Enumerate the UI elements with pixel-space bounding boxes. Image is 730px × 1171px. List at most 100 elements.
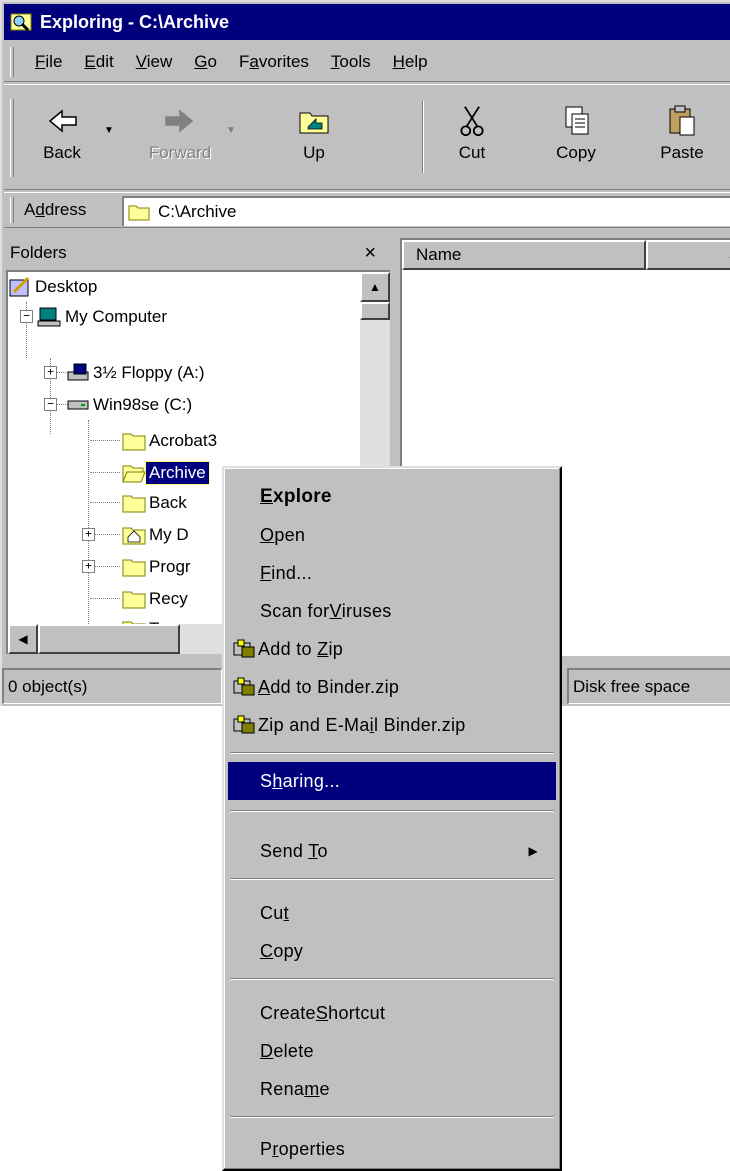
menu-separator: [230, 1116, 554, 1118]
menu-separator: [230, 752, 554, 754]
column-header-label: Name: [416, 245, 462, 264]
menu-view[interactable]: View: [125, 52, 184, 72]
close-folders-pane-icon[interactable]: ×: [364, 242, 376, 265]
forward-button[interactable]: Forward: [140, 105, 220, 163]
collapse-icon[interactable]: −: [44, 398, 57, 411]
scroll-left-icon[interactable]: ◀: [8, 624, 38, 654]
address-bar: Address C:\Archive: [4, 192, 730, 228]
scrollbar-thumb[interactable]: [360, 302, 390, 320]
menu-item-rename[interactable]: Rena m e: [228, 1070, 556, 1108]
tree-label: My Computer: [65, 307, 168, 326]
title-bar[interactable]: Exploring - C:\Archive: [4, 4, 730, 40]
copy-label: Copy: [556, 143, 596, 162]
tree-item-acrobat3[interactable]: Acrobat3: [122, 426, 220, 456]
tree-item-archive[interactable]: Archive: [122, 458, 210, 488]
menu-item-add-to-zip[interactable]: Add to Zip: [228, 630, 556, 668]
status-object-count: 0 object(s): [2, 668, 222, 704]
menu-favorites[interactable]: Favorites: [228, 52, 320, 72]
menu-help[interactable]: Help: [382, 52, 439, 72]
tree-label: 3½ Floppy (A:): [93, 363, 205, 382]
tree-label: Recy: [149, 589, 188, 608]
expand-icon[interactable]: +: [82, 560, 95, 573]
tree-item-desktop[interactable]: Desktop: [8, 272, 100, 302]
up-folder-icon: [299, 112, 329, 134]
tree-item-floppy[interactable]: 3½ Floppy (A:): [66, 358, 208, 388]
computer-icon: [37, 307, 61, 327]
tree-label: Acrobat3: [149, 431, 218, 450]
copy-pages-icon: [565, 106, 589, 135]
folder-icon: [122, 495, 146, 513]
menu-item-sharing[interactable]: Sh aring...: [228, 762, 556, 800]
cut-label: Cut: [458, 143, 486, 162]
submenu-arrow-icon: ▶: [528, 844, 538, 858]
collapse-icon[interactable]: −: [20, 310, 33, 323]
toolbar-separator: [422, 101, 424, 173]
column-header-size[interactable]: Si: [646, 240, 730, 270]
up-button[interactable]: Up: [274, 105, 354, 163]
menu-item-cut[interactable]: Cu t: [228, 894, 556, 932]
menu-item-send-to[interactable]: Send To ▶: [228, 832, 556, 870]
folders-header: Folders ×: [4, 236, 390, 270]
paste-button[interactable]: Paste: [642, 105, 722, 163]
tree-connector: [90, 598, 120, 599]
up-label: Up: [303, 143, 325, 162]
menu-file[interactable]: File: [24, 52, 73, 72]
winzip-icon: [233, 715, 255, 734]
folder-icon: [122, 591, 146, 609]
expand-icon[interactable]: +: [82, 528, 95, 541]
menu-item-properties[interactable]: Pr operties: [228, 1130, 556, 1168]
explorer-app-icon: [10, 13, 32, 32]
folder-icon: [122, 433, 146, 451]
menubar-grip[interactable]: [10, 46, 14, 77]
menu-tools[interactable]: Tools: [320, 52, 382, 72]
menu-item-delete[interactable]: Delete: [228, 1032, 556, 1070]
expand-icon[interactable]: +: [44, 366, 57, 379]
back-label: Back: [43, 143, 81, 162]
scrollbar-thumb[interactable]: [38, 624, 180, 654]
back-dropdown-arrow[interactable]: ▼: [104, 125, 114, 136]
tree-item-drive-c[interactable]: Win98se (C:): [66, 390, 195, 420]
paste-label: Paste: [660, 143, 704, 162]
folder-icon: [122, 559, 146, 577]
tree-item-program-files[interactable]: Progr: [122, 552, 194, 582]
scroll-up-icon[interactable]: ▲: [360, 272, 390, 302]
cut-button[interactable]: Cut: [432, 105, 512, 163]
winzip-icon: [233, 677, 255, 696]
back-button[interactable]: Back: [22, 105, 102, 163]
tree-label: Desktop: [35, 277, 98, 296]
menu-edit[interactable]: Edit: [73, 52, 124, 72]
menu-item-explore[interactable]: Explore: [228, 478, 556, 516]
tree-label: My D: [149, 525, 189, 544]
tree-item-my-documents[interactable]: My D: [122, 520, 192, 550]
toolbar-grip[interactable]: [10, 99, 14, 177]
status-object-count-text: 0 object(s): [8, 676, 88, 696]
address-value: C:\Archive: [158, 202, 237, 221]
menu-item-copy[interactable]: Copy: [228, 932, 556, 970]
my-documents-folder-icon: [122, 527, 146, 545]
tree-item-back[interactable]: Back: [122, 488, 190, 518]
column-header-name[interactable]: Name: [402, 240, 646, 270]
hard-drive-icon: [67, 400, 89, 410]
addressbar-grip[interactable]: [10, 197, 14, 223]
copy-button[interactable]: Copy: [536, 105, 616, 163]
standard-toolbar: Back ▼ Forward ▼ Up Cut Copy Paste: [4, 84, 730, 190]
menu-item-add-to-binder-zip[interactable]: Add to Binder.zip: [228, 668, 556, 706]
tree-label: Back: [149, 493, 187, 512]
scissors-icon: [460, 106, 484, 137]
menu-item-zip-email-binder[interactable]: Zip and E-Mail Binder.zip: [228, 706, 556, 744]
menu-separator: [230, 810, 554, 812]
menu-item-scan-viruses[interactable]: Scan for Viruses: [228, 592, 556, 630]
status-disk-free: Disk free space: [567, 668, 730, 704]
address-field[interactable]: C:\Archive: [122, 196, 730, 226]
menu-separator: [230, 978, 554, 980]
tree-item-my-computer[interactable]: My Computer: [36, 302, 170, 332]
menu-item-create-shortcut[interactable]: Create Shortcut: [228, 994, 556, 1032]
menu-go[interactable]: Go: [183, 52, 228, 72]
forward-dropdown-arrow[interactable]: ▼: [226, 125, 236, 136]
menu-item-find[interactable]: Find...: [228, 554, 556, 592]
tree-item-recycled[interactable]: Recy: [122, 584, 191, 614]
clipboard-icon: [669, 105, 695, 136]
folder-icon: [128, 205, 150, 221]
tree-label: Progr: [149, 557, 191, 576]
menu-item-open[interactable]: Open: [228, 516, 556, 554]
